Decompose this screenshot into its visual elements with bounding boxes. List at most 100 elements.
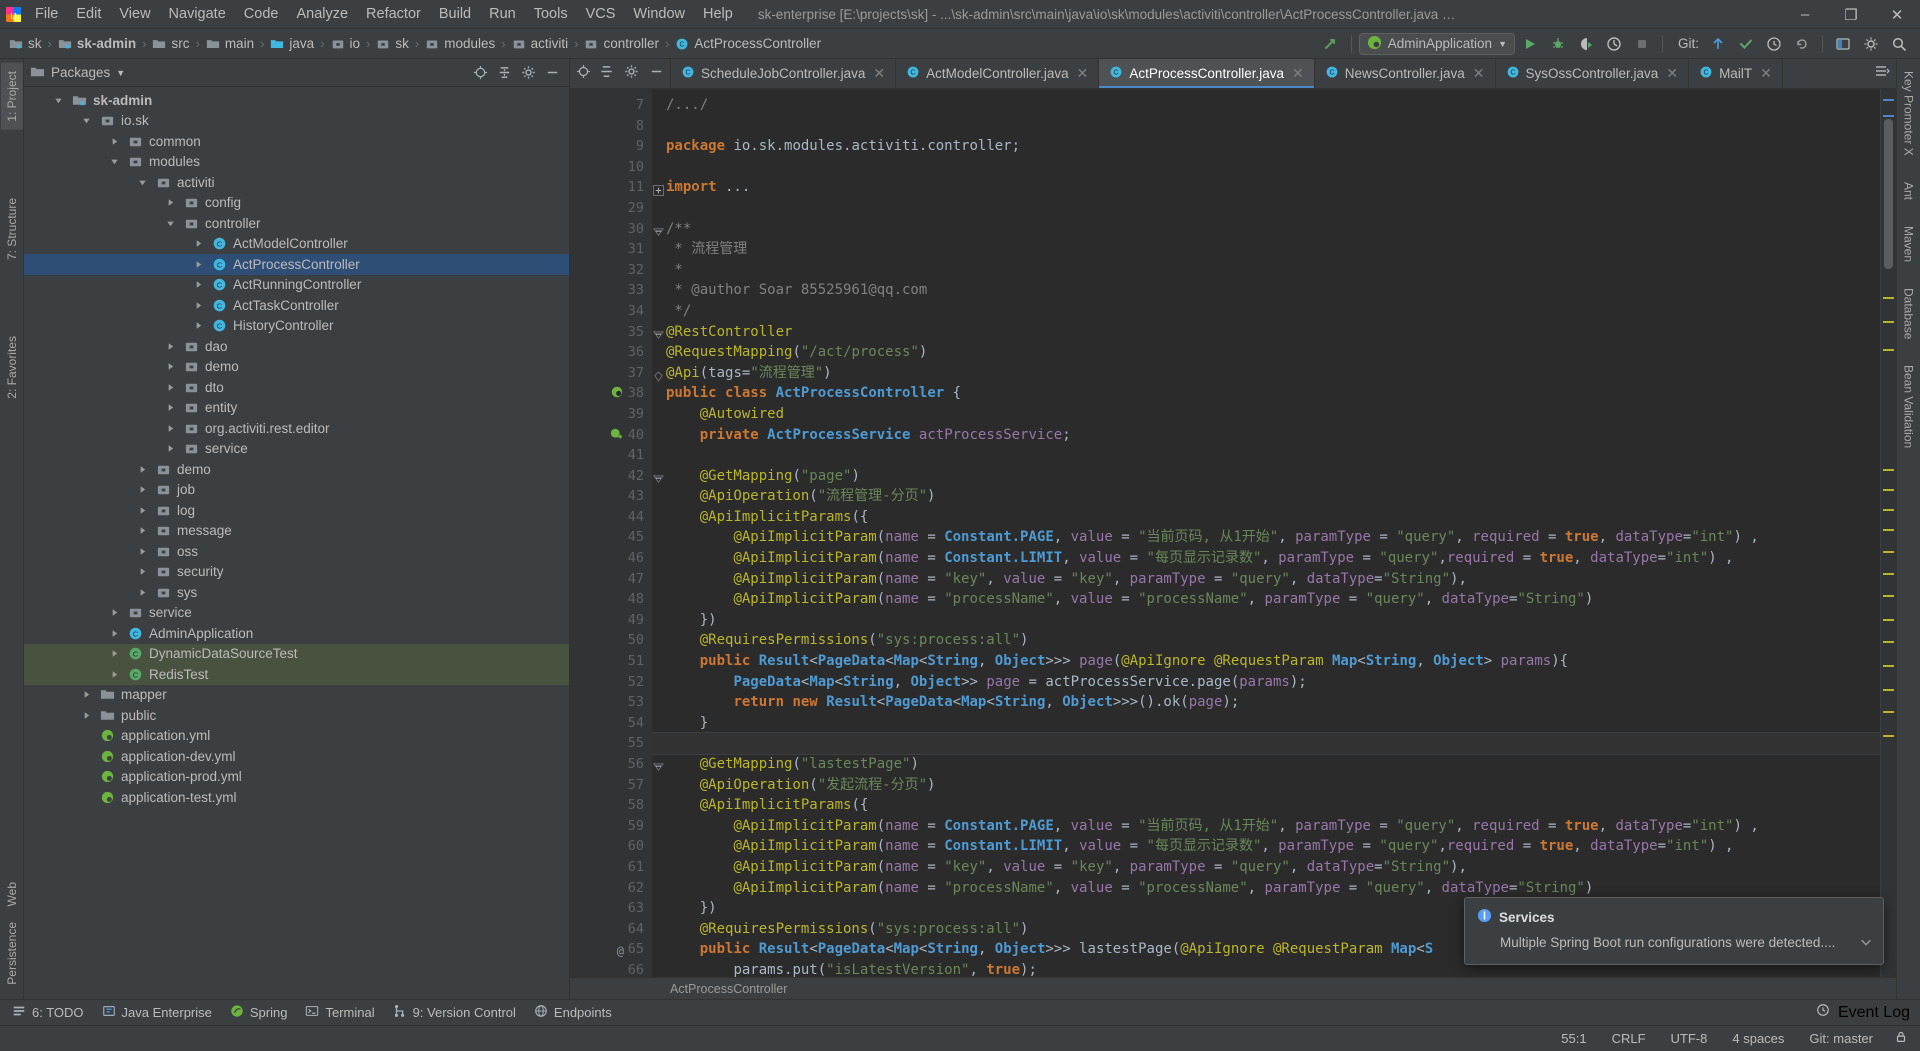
- chevron-right-icon[interactable]: [192, 237, 205, 250]
- tree-node-oss[interactable]: oss: [24, 541, 569, 562]
- expand-popup-icon[interactable]: [1859, 935, 1873, 954]
- code-line-62[interactable]: @ApiImplicitParam(name = "processName", …: [652, 878, 1880, 899]
- editor-breadcrumb[interactable]: ActProcessController: [570, 977, 1896, 999]
- git-history-icon[interactable]: [1761, 32, 1787, 56]
- chevron-right-icon[interactable]: [108, 668, 121, 681]
- profiler-button[interactable]: [1601, 32, 1627, 56]
- tree-node-message[interactable]: message: [24, 521, 569, 542]
- chevron-right-icon[interactable]: [108, 647, 121, 660]
- chevron-right-icon[interactable]: [164, 360, 177, 373]
- sidebar-item-bean-validation[interactable]: Bean Validation: [1898, 357, 1920, 456]
- services-notification-popup[interactable]: Services Multiple Spring Boot run config…: [1464, 897, 1884, 965]
- chevron-right-icon[interactable]: [164, 340, 177, 353]
- gutter-line-58[interactable]: 58: [570, 795, 652, 816]
- code-line-58[interactable]: @ApiImplicitParams({: [652, 795, 1880, 816]
- chevron-down-icon[interactable]: ▼: [1498, 39, 1507, 49]
- code-line-35[interactable]: @RestController: [652, 322, 1880, 343]
- chevron-right-icon[interactable]: [108, 606, 121, 619]
- menu-run[interactable]: Run: [480, 0, 525, 29]
- code-line-46[interactable]: @ApiImplicitParam(name = Constant.LIMIT,…: [652, 548, 1880, 569]
- project-tree[interactable]: sk-admin io.sk common modules activiti config…: [24, 87, 569, 999]
- code-line-37[interactable]: @Api(tags="流程管理"): [652, 363, 1880, 384]
- bottom-tab-endpoints[interactable]: Endpoints: [526, 1002, 620, 1023]
- window-controls[interactable]: – ❐ ✕: [1782, 0, 1920, 28]
- code-line-53[interactable]: return new Result<PageData<Map<String, O…: [652, 692, 1880, 713]
- run-configuration-selector[interactable]: AdminApplication ▼: [1358, 32, 1515, 55]
- gutter-line-43[interactable]: 43: [570, 486, 652, 507]
- tree-node-service[interactable]: service: [24, 603, 569, 624]
- locate-icon[interactable]: [576, 64, 591, 84]
- editor-tab-mailt[interactable]: C MailT ✕: [1689, 59, 1783, 88]
- editor-tab-actmodelcontroller-java[interactable]: C ActModelController.java ✕: [896, 59, 1100, 88]
- sidebar-item-database[interactable]: Database: [1898, 280, 1920, 347]
- tree-node-job[interactable]: job: [24, 480, 569, 501]
- gutter-line-54[interactable]: 54: [570, 713, 652, 734]
- line-number-gutter[interactable]: 7 8 9 10 11 29 30 31 32 33 34 35 36 37 38 39 40 41 42 43 44 4…: [570, 89, 664, 977]
- hide-panel-icon[interactable]: [649, 64, 664, 84]
- event-log-button[interactable]: Event Log: [1816, 1003, 1920, 1022]
- run-with-coverage-button[interactable]: [1573, 32, 1599, 56]
- code-line-7[interactable]: /.../: [652, 95, 1880, 116]
- tree-node-config[interactable]: config: [24, 193, 569, 214]
- gutter-line-31[interactable]: 31: [570, 239, 652, 260]
- tree-node-log[interactable]: log: [24, 500, 569, 521]
- menu-navigate[interactable]: Navigate: [160, 0, 235, 29]
- breadcrumb-item-activiti[interactable]: activiti: [509, 35, 572, 52]
- close-button[interactable]: ✕: [1874, 0, 1920, 29]
- code-line-33[interactable]: * @author Soar 85525961@qq.com: [652, 280, 1880, 301]
- menu-window[interactable]: Window: [624, 0, 694, 29]
- gutter-line-57[interactable]: 57: [570, 775, 652, 796]
- tree-node-public[interactable]: public: [24, 705, 569, 726]
- close-tab-icon[interactable]: ✕: [1292, 65, 1304, 82]
- code-line-39[interactable]: @Autowired: [652, 404, 1880, 425]
- lock-icon[interactable]: [1894, 1030, 1908, 1047]
- code-editor[interactable]: 7 8 9 10 11 29 30 31 32 33 34 35 36 37 38 39 40 41 42 43 44 4…: [570, 89, 1896, 977]
- editor-tab-schedulejobcontroller-java[interactable]: C ScheduleJobController.java ✕: [671, 59, 897, 88]
- code-line-60[interactable]: @ApiImplicitParam(name = Constant.LIMIT,…: [652, 836, 1880, 857]
- tree-node-io-sk[interactable]: io.sk: [24, 111, 569, 132]
- tree-node-dynamicdatasourcetest[interactable]: C DynamicDataSourceTest: [24, 643, 569, 664]
- collapse-all-icon[interactable]: [493, 62, 515, 84]
- menu-view[interactable]: View: [110, 0, 159, 29]
- chevron-right-icon[interactable]: [136, 524, 149, 537]
- locate-file-icon[interactable]: [469, 62, 491, 84]
- chevron-right-icon[interactable]: [136, 565, 149, 578]
- gutter-line-32[interactable]: 32: [570, 260, 652, 281]
- code-line-61[interactable]: @ApiImplicitParam(name = "key", value = …: [652, 857, 1880, 878]
- chevron-down-icon[interactable]: [52, 94, 65, 107]
- gutter-line-46[interactable]: 46: [570, 548, 652, 569]
- git-commit-icon[interactable]: [1733, 32, 1759, 56]
- code-line-47[interactable]: @ApiImplicitParam(name = "key", value = …: [652, 569, 1880, 590]
- code-line-36[interactable]: @RequestMapping("/act/process"): [652, 342, 1880, 363]
- gutter-line-30[interactable]: 30: [570, 219, 664, 240]
- chevron-right-icon[interactable]: [164, 442, 177, 455]
- bottom-tab-terminal[interactable]: Terminal: [297, 1002, 382, 1023]
- gutter-line-45[interactable]: 45: [570, 527, 652, 548]
- chevron-right-icon[interactable]: [80, 709, 93, 722]
- project-view-selector[interactable]: Packages ▼: [30, 64, 125, 82]
- gutter-line-64[interactable]: 64: [570, 919, 652, 940]
- breadcrumb-item-sk-admin[interactable]: sk-admin: [55, 35, 139, 52]
- code-line-40[interactable]: private ActProcessService actProcessServ…: [652, 425, 1880, 446]
- code-line-54[interactable]: }: [652, 713, 1880, 734]
- tree-node-dto[interactable]: dto: [24, 377, 569, 398]
- tree-node-service[interactable]: service: [24, 439, 569, 460]
- menu-edit[interactable]: Edit: [67, 0, 110, 29]
- chevron-right-icon[interactable]: [192, 299, 205, 312]
- menu-tools[interactable]: Tools: [525, 0, 577, 29]
- tree-node-modules[interactable]: modules: [24, 152, 569, 173]
- git-revert-icon[interactable]: [1789, 32, 1815, 56]
- breadcrumb-item-controller[interactable]: controller: [581, 35, 662, 52]
- tree-node-actprocesscontroller[interactable]: C ActProcessController: [24, 254, 569, 275]
- gutter-line-40[interactable]: 40: [570, 425, 652, 446]
- maximize-button[interactable]: ❐: [1828, 0, 1874, 29]
- bottom-tab-9-version-control[interactable]: 9: Version Control: [385, 1002, 524, 1023]
- gutter-line-49[interactable]: 49: [570, 610, 652, 631]
- code-line-44[interactable]: @ApiImplicitParams({: [652, 507, 1880, 528]
- breadcrumb-item-sk[interactable]: sk: [6, 35, 45, 52]
- code-line-31[interactable]: * 流程管理: [652, 239, 1880, 260]
- sidebar-item-web[interactable]: Web: [1, 874, 23, 914]
- code-line-10[interactable]: [652, 157, 1880, 178]
- indent-setting[interactable]: 4 spaces: [1728, 1029, 1788, 1048]
- tree-node-entity[interactable]: entity: [24, 398, 569, 419]
